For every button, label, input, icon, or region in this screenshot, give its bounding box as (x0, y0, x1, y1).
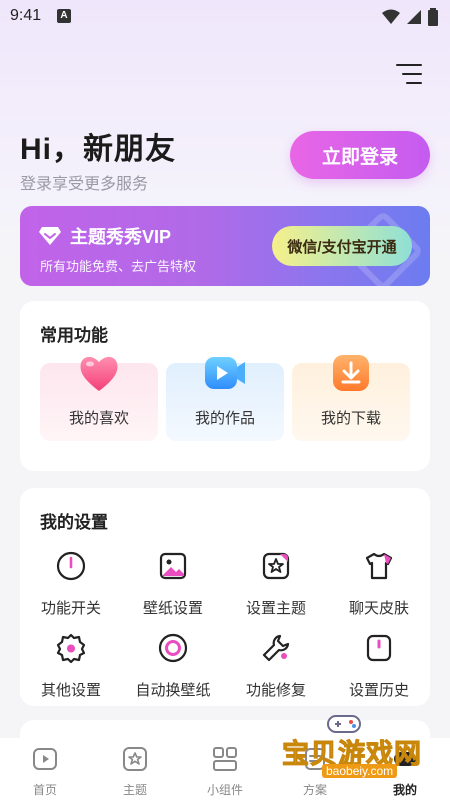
my-downloads-label: 我的下载 (320, 410, 381, 427)
vip-open-button[interactable]: 微信/支付宝开通 (272, 226, 412, 266)
settings-history-label: 设置历史 (348, 682, 409, 699)
theme-icon (123, 747, 147, 771)
other-settings-label: 其他设置 (40, 682, 101, 699)
battery-icon (428, 8, 438, 26)
wifi-icon (382, 9, 400, 24)
nav-home-label: 首页 (32, 783, 57, 797)
status-icons (382, 8, 438, 26)
set-theme-label: 设置主题 (245, 600, 306, 617)
theme-icon (262, 552, 290, 580)
common-functions-card: 常用功能 我的喜欢 我的作品 我的下载 (20, 301, 430, 471)
login-button[interactable]: 立即登录 (290, 131, 430, 179)
power-icon (56, 551, 86, 581)
greeting-subtitle: 登录享受更多服务 (20, 176, 149, 193)
my-likes-tile[interactable]: 我的喜欢 (40, 356, 158, 441)
heart-icon (80, 356, 118, 391)
status-bar: 9:41 A (0, 0, 450, 32)
other-settings-item[interactable]: 其他设置 (21, 632, 121, 700)
chat-skin-item[interactable]: 聊天皮肤 (329, 550, 429, 618)
my-settings-card: 我的设置 功能开关 壁纸设置 设置主题 聊天皮肤 其他设置 自动换壁纸 功能修复… (20, 488, 430, 706)
greeting-title: Hi，新朋友 (20, 133, 176, 166)
nav-widgets[interactable]: 小组件 (185, 746, 265, 798)
video-icon (205, 357, 245, 389)
feature-toggle-item[interactable]: 功能开关 (21, 550, 121, 618)
nav-plan-label: 方案 (302, 783, 327, 797)
my-works-tile[interactable]: 我的作品 (166, 357, 284, 441)
my-settings-title: 我的设置 (40, 513, 108, 532)
common-functions-title: 常用功能 (40, 326, 108, 345)
auto-wallpaper-label: 自动换壁纸 (135, 682, 211, 699)
watermark-url: baobeiy.com (322, 764, 398, 778)
history-icon (366, 634, 392, 662)
vip-description: 所有功能免费、去广告特权 (40, 259, 197, 274)
wrench-icon (262, 634, 290, 662)
chat-skin-label: 聊天皮肤 (348, 600, 409, 617)
signal-icon (407, 10, 421, 24)
nav-widgets-label: 小组件 (206, 783, 243, 797)
tshirt-icon (365, 552, 393, 580)
app-notification-icon: A (57, 9, 71, 23)
vip-title: 主题秀秀VIP (70, 227, 172, 247)
nav-profile-label: 我的 (392, 783, 417, 797)
image-icon (159, 552, 187, 580)
status-time: 9:41 (10, 7, 42, 24)
auto-wallpaper-item[interactable]: 自动换壁纸 (123, 632, 223, 700)
vip-banner[interactable]: 主题秀秀VIP 所有功能免费、去广告特权 微信/支付宝开通 (20, 206, 430, 286)
my-works-label: 我的作品 (194, 410, 255, 427)
nav-home[interactable]: 首页 (5, 746, 85, 798)
gear-icon (56, 633, 86, 664)
gamepad-icon (327, 715, 361, 733)
function-repair-label: 功能修复 (245, 682, 306, 699)
wallpaper-settings-label: 壁纸设置 (142, 600, 203, 617)
nav-theme-label: 主题 (122, 783, 147, 797)
my-downloads-tile[interactable]: 我的下载 (292, 355, 410, 441)
feature-toggle-label: 功能开关 (40, 600, 101, 617)
refresh-circle-icon (158, 633, 188, 663)
play-square-icon (33, 748, 57, 770)
diamond-icon (39, 227, 61, 245)
settings-history-item[interactable]: 设置历史 (329, 632, 429, 700)
my-likes-label: 我的喜欢 (68, 410, 129, 427)
set-theme-item[interactable]: 设置主题 (226, 550, 326, 618)
function-repair-item[interactable]: 功能修复 (226, 632, 326, 700)
site-watermark: 宝贝游戏网 baobeiy.com (278, 708, 428, 778)
nav-theme[interactable]: 主题 (95, 746, 175, 798)
widgets-icon (213, 747, 237, 771)
wallpaper-settings-item[interactable]: 壁纸设置 (123, 550, 223, 618)
download-icon (333, 355, 369, 391)
menu-icon[interactable] (396, 64, 422, 86)
